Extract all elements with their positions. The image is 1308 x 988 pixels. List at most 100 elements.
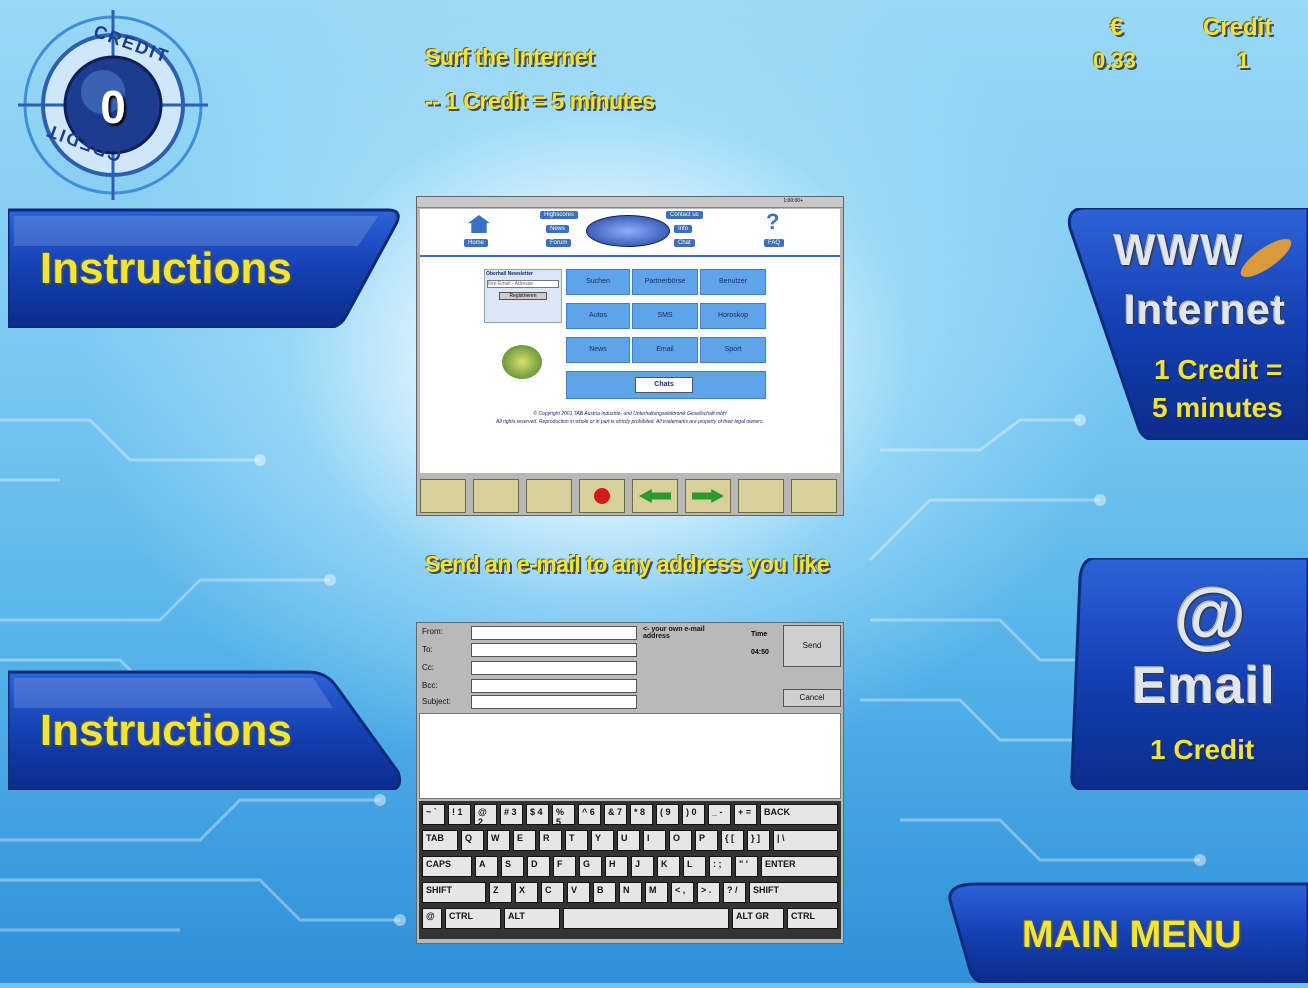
instructions-label: Instructions bbox=[40, 706, 292, 755]
site-logo bbox=[586, 215, 670, 247]
email-rate: 1 Credit bbox=[1150, 734, 1255, 765]
copyright-line1: © Copyright 2001 TAB Austria Industrie- … bbox=[533, 411, 727, 417]
keyboard-key: P bbox=[695, 830, 718, 851]
keyboard-key: Y bbox=[591, 830, 614, 851]
shift-key: SHIFT bbox=[422, 882, 486, 903]
home-icon bbox=[468, 215, 490, 233]
bcc-field bbox=[471, 679, 637, 693]
time-value: 04:50 bbox=[751, 649, 769, 656]
keyboard-key: ^ 6 bbox=[578, 804, 601, 825]
surf-rate: -- 1 Credit = 5 minutes bbox=[425, 88, 655, 114]
page-divider bbox=[420, 255, 840, 257]
internet-logo-text: Internet bbox=[1124, 286, 1287, 333]
chat-button: Chats bbox=[635, 377, 693, 393]
main-menu-label: MAIN MENU bbox=[1022, 914, 1242, 956]
browser-tool-button bbox=[738, 479, 784, 513]
grid-button: Sport bbox=[700, 337, 766, 363]
email-logo-text: Email bbox=[1132, 657, 1276, 715]
home-link: Home bbox=[464, 239, 489, 247]
keyboard-key: F bbox=[553, 856, 576, 877]
keyboard-key: V bbox=[567, 882, 590, 903]
keyboard-key: A bbox=[475, 856, 498, 877]
instructions-internet-button[interactable]: Instructions bbox=[6, 206, 403, 330]
keyboard-key: | \ bbox=[773, 830, 838, 851]
keyboard-key: @ 2 bbox=[474, 804, 497, 827]
nav-link: Highscores bbox=[540, 211, 579, 219]
ctrl-key: CTRL bbox=[787, 908, 838, 929]
credit-dial-value: 0 bbox=[100, 81, 126, 133]
keyboard-key: U bbox=[617, 830, 640, 851]
main-menu-button[interactable]: MAIN MENU bbox=[948, 880, 1308, 985]
shift-key: SHIFT bbox=[749, 882, 838, 903]
keyboard-key: R bbox=[539, 830, 562, 851]
at-key: @ bbox=[422, 908, 442, 929]
faq-link: FAQ bbox=[764, 239, 785, 247]
browser-clock: 1:00:00+ bbox=[783, 198, 803, 204]
keyboard-key: * 8 bbox=[630, 804, 653, 825]
newsletter-input: Ihre Email - Adresse bbox=[487, 280, 559, 288]
alt-key: ALT bbox=[504, 908, 560, 929]
on-screen-keyboard: ~ ` ! 1 @ 2 # 3 $ 4 % 5 ^ 6 & 7 * 8 ( 9 … bbox=[419, 801, 841, 939]
subject-field bbox=[471, 695, 637, 709]
browser-page: Home Highscores News Forum Contact us In… bbox=[420, 209, 840, 473]
nav-link: Chat bbox=[674, 239, 695, 247]
email-button[interactable]: @ Email 1 Credit bbox=[1066, 556, 1308, 792]
newsletter-title: Oberhall Newsletter bbox=[486, 271, 533, 277]
credit-label: Credit bbox=[1203, 14, 1273, 41]
stop-icon bbox=[579, 479, 625, 513]
keyboard-key: > . bbox=[697, 882, 720, 903]
cc-label: Cc: bbox=[422, 663, 434, 672]
nav-link: Info bbox=[674, 225, 693, 233]
from-label: From: bbox=[422, 627, 443, 636]
internet-preview: 1:00:00+ Home Highscores News Forum Cont… bbox=[416, 196, 844, 516]
time-label: Time bbox=[751, 631, 768, 638]
tab-key: TAB bbox=[422, 830, 458, 851]
nav-link: Contact us bbox=[666, 211, 703, 219]
keyboard-key: H bbox=[605, 856, 628, 877]
internet-logo-www: WWW bbox=[1114, 226, 1245, 275]
keyboard-key: ( 9 bbox=[656, 804, 679, 825]
keyboard-key: K bbox=[657, 856, 680, 877]
grid-button: Email bbox=[632, 337, 698, 363]
email-heading: Send an e-mail to any address you like bbox=[425, 551, 830, 577]
email-at-icon: @ bbox=[1174, 573, 1247, 656]
message-body bbox=[419, 713, 841, 799]
grid-button: SMS bbox=[632, 303, 698, 329]
forward-arrow-icon bbox=[685, 479, 731, 513]
grid-button: News bbox=[566, 337, 630, 363]
keyboard-key: ! 1 bbox=[448, 804, 471, 825]
cc-field bbox=[471, 661, 637, 675]
surf-title: Surf the Internet bbox=[425, 44, 595, 70]
keyboard-key: + = bbox=[734, 804, 757, 825]
keyboard-key: ~ ` bbox=[422, 804, 445, 825]
keyboard-key: O bbox=[669, 830, 692, 851]
internet-button[interactable]: WWW Internet 1 Credit = 5 minutes bbox=[1066, 206, 1308, 442]
grid-button: Benutzer bbox=[700, 269, 766, 295]
bcc-label: Bcc: bbox=[422, 681, 438, 690]
chatzone-logo bbox=[502, 345, 542, 379]
keyboard-key: X bbox=[515, 882, 538, 903]
cancel-button: Cancel bbox=[783, 689, 841, 707]
instructions-email-button[interactable]: Instructions bbox=[6, 668, 403, 792]
keyboard-key: $ 4 bbox=[526, 804, 549, 825]
back-arrow-icon bbox=[632, 479, 678, 513]
keyboard-key: ? / bbox=[723, 882, 746, 903]
browser-status-bar: 1:00:00+ bbox=[417, 197, 843, 208]
faq-icon: ? bbox=[766, 209, 780, 234]
grid-button: Horoskop bbox=[700, 303, 766, 329]
backspace-key: BACK bbox=[760, 804, 838, 825]
chat-row: Chats bbox=[566, 371, 766, 399]
keyboard-key: Z bbox=[489, 882, 512, 903]
keyboard-key: I bbox=[643, 830, 666, 851]
keyboard-key: & 7 bbox=[604, 804, 627, 825]
keyboard-key: ) 0 bbox=[682, 804, 705, 825]
keyboard-key: E bbox=[513, 830, 536, 851]
keyboard-key: J bbox=[631, 856, 654, 877]
from-hint: <- your own e-mail address bbox=[643, 626, 705, 640]
copyright-line2: All rights reserved. Reproduction in who… bbox=[496, 419, 764, 425]
caps-key: CAPS bbox=[422, 856, 472, 877]
keyboard-key: D bbox=[527, 856, 550, 877]
browser-tool-button bbox=[420, 479, 466, 513]
keyboard-key: G bbox=[579, 856, 602, 877]
keyboard-key: B bbox=[593, 882, 616, 903]
